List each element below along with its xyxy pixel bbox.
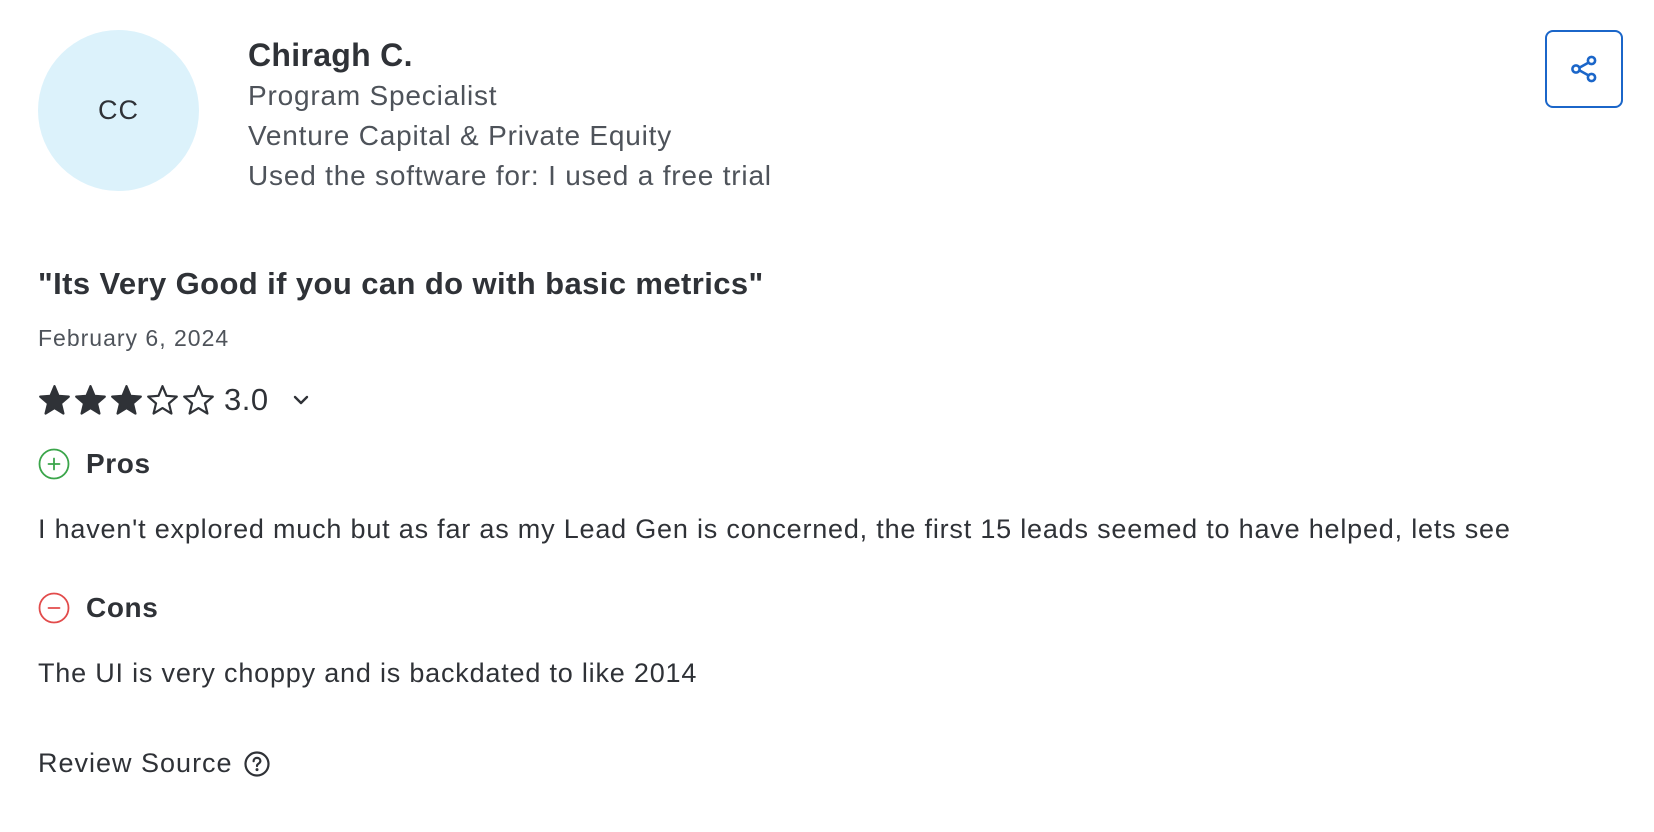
rating-expand-button[interactable] [287,386,315,414]
star-filled-icon [39,384,70,415]
review-source-label: Review Source [38,748,233,778]
cons-header: Cons [38,592,158,624]
star-filled-icon [111,384,142,415]
reviewer-usage: Used the software for: I used a free tri… [248,160,772,191]
plus-circle-icon [38,448,70,480]
reviewer-name: Chiragh C. [248,37,413,73]
cons-text: The UI is very choppy and is backdated t… [38,658,698,688]
pros-text: I haven't explored much but as far as my… [38,514,1511,544]
cons-label: Cons [86,592,159,623]
rating-row: 3.0 [38,380,315,420]
review-title: "Its Very Good if you can do with basic … [38,266,764,301]
avatar-initials: CC [98,95,139,125]
reviewer-role: Program Specialist [248,80,498,111]
star-rating [38,384,218,417]
share-button[interactable] [1545,30,1623,108]
star-empty-icon [183,384,214,415]
star-filled-icon [75,384,106,415]
star-empty-icon [147,384,178,415]
rating-value: 3.0 [224,382,269,417]
review-source-link[interactable]: Review Source [38,748,271,779]
share-icon [1571,55,1597,83]
help-circle-icon[interactable] [243,750,271,778]
chevron-down-icon [293,395,308,405]
pros-header: Pros [38,448,151,480]
avatar: CC [38,30,199,191]
review-date: February 6, 2024 [38,325,230,351]
minus-circle-icon [38,592,70,624]
pros-label: Pros [86,448,151,479]
reviewer-info: Chiragh C. Program Specialist Venture Ca… [248,34,772,196]
reviewer-industry: Venture Capital & Private Equity [248,120,673,151]
